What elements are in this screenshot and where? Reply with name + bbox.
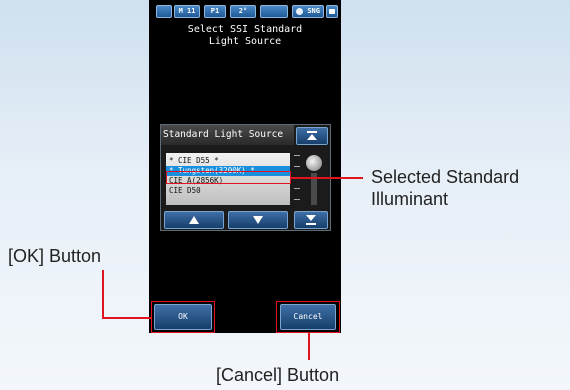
- list-scrollbar[interactable]: [294, 149, 328, 209]
- scroll-down-icon[interactable]: [228, 211, 288, 229]
- cancel-leader-line: [308, 333, 310, 360]
- dialog-header: Standard Light Source: [161, 125, 294, 145]
- mode-indicator: M 11: [174, 5, 200, 18]
- power-indicator: [156, 5, 172, 18]
- list-nav-row: [164, 211, 328, 229]
- scroll-up-icon[interactable]: [164, 211, 224, 229]
- ok-leader-vertical: [102, 270, 104, 318]
- status-bar: M 11 P1 2° SNG: [149, 5, 341, 19]
- ok-button-highlight: [151, 301, 215, 333]
- scroll-to-top-icon[interactable]: [296, 127, 328, 145]
- function-indicator: SNG: [292, 5, 324, 18]
- battery-icon: [326, 5, 338, 18]
- device-screen: M 11 P1 2° SNG Select SSI Standard Light…: [149, 0, 341, 333]
- blank-indicator: [260, 5, 288, 18]
- cancel-button-highlight: [276, 301, 340, 333]
- preset-indicator: P1: [204, 5, 226, 18]
- scroll-to-bottom-icon[interactable]: [294, 211, 328, 229]
- selected-illuminant-callout: Selected Standard Illuminant: [371, 167, 520, 209]
- ok-leader-horizontal: [102, 317, 152, 319]
- list-item[interactable]: CIE D50: [166, 186, 290, 196]
- ok-button-callout: [OK] Button: [8, 246, 102, 266]
- scroll-knob-icon[interactable]: [306, 155, 322, 171]
- page-title: Select SSI Standard Light Source: [187, 24, 303, 47]
- selected-item-highlight: [166, 171, 291, 184]
- list-item[interactable]: * CIE D55 *: [166, 156, 290, 166]
- selected-leader-line: [291, 177, 363, 179]
- cancel-button-callout: [Cancel] Button: [216, 365, 340, 385]
- angle-indicator: 2°: [230, 5, 256, 18]
- circle-icon: [296, 8, 303, 15]
